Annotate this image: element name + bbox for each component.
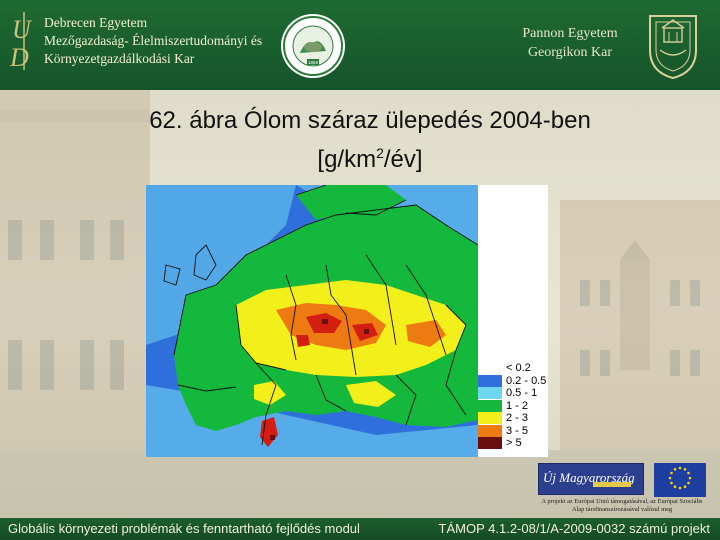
legend-swatch [478, 387, 502, 400]
legend-item: 2 - 3 [478, 412, 548, 425]
legend-label: 2 - 3 [506, 412, 529, 425]
legend-label: 0.5 - 1 [506, 387, 538, 400]
legend-label: 1 - 2 [506, 399, 529, 412]
map-hotspot-red-3 [296, 335, 310, 347]
map-hotspot-dark-2 [364, 329, 369, 334]
eu-funding-note: A projekt az Európai Unió támogatásával,… [541, 498, 703, 513]
svg-text:U: U [12, 15, 33, 44]
legend-item: 3 - 5 [478, 424, 548, 438]
title-line-2: [g/km2/év] [100, 137, 640, 176]
eu-flag-icon [654, 463, 706, 497]
legend-swatch [478, 437, 502, 450]
europe-map-raster [146, 185, 478, 457]
svg-text:D: D [9, 43, 29, 72]
pannon-line-2: Georgikon Kar [527, 45, 613, 60]
footer-module-name: Globális környezeti problémák és fenntar… [8, 521, 360, 536]
georgikon-crest-icon [649, 15, 697, 80]
legend-label: < 0.2 [506, 362, 531, 375]
footer-band: Globális környezeti problémák és fenntar… [0, 518, 720, 540]
lead-deposition-map: < 0.2 0.2 - 0.5 0.5 - 1 1 - 2 2 - 3 3 - … [146, 185, 548, 457]
seal-year: 1868 [308, 60, 319, 65]
legend-label: 0.2 - 0.5 [506, 374, 547, 387]
pannon-institution-name: Pannon Egyetem Georgikon Kar [510, 24, 630, 62]
uj-magyarorszag-logo: Új Magyarország [538, 463, 644, 495]
debrecen-line-2: Mezőgazdaság- Élelmiszertudományi és [44, 33, 263, 48]
footer-project-id: TÁMOP 4.1.2-08/1/A-2009-0032 számú proje… [438, 521, 710, 536]
title-unit-suffix: /év] [383, 146, 423, 173]
pannon-line-1: Pannon Egyetem [522, 26, 618, 41]
university-of-debrecen-logo: U D [9, 12, 33, 72]
faculty-seal-icon: 1868 [281, 14, 345, 78]
legend-swatch [478, 424, 502, 437]
map-hotspot-dark-1 [322, 319, 328, 324]
legend-label: > 5 [506, 437, 522, 450]
title-line-1: 62. ábra Ólom száraz ülepedés 2004-ben [149, 107, 591, 134]
debrecen-line-3: Környezetgazdálkodási Kar [44, 51, 195, 66]
title-unit-exponent: 2 [376, 145, 384, 161]
legend-swatch [478, 374, 502, 387]
legend-swatch [478, 412, 502, 425]
legend-label: 3 - 5 [506, 424, 529, 437]
map-hotspot-dark-3 [270, 435, 275, 440]
legend-item: 1 - 2 [478, 399, 548, 413]
slide-title: 62. ábra Ólom száraz ülepedés 2004-ben [… [100, 104, 640, 176]
legend-item: 0.2 - 0.5 [478, 374, 548, 388]
legend-swatch [478, 362, 502, 375]
debrecen-line-1: Debrecen Egyetem [44, 15, 148, 30]
title-unit-prefix: [g/km [317, 146, 377, 173]
header-band: U D Debrecen Egyetem Mezőgazdaság- Élelm… [0, 0, 720, 90]
legend-item: > 5 [478, 437, 548, 450]
debrecen-institution-name: Debrecen Egyetem Mezőgazdaság- Élelmisze… [44, 14, 262, 68]
legend-item: 0.5 - 1 [478, 387, 548, 400]
map-legend: < 0.2 0.2 - 0.5 0.5 - 1 1 - 2 2 - 3 3 - … [478, 362, 548, 450]
legend-item: < 0.2 [478, 362, 548, 375]
legend-swatch [478, 399, 502, 412]
